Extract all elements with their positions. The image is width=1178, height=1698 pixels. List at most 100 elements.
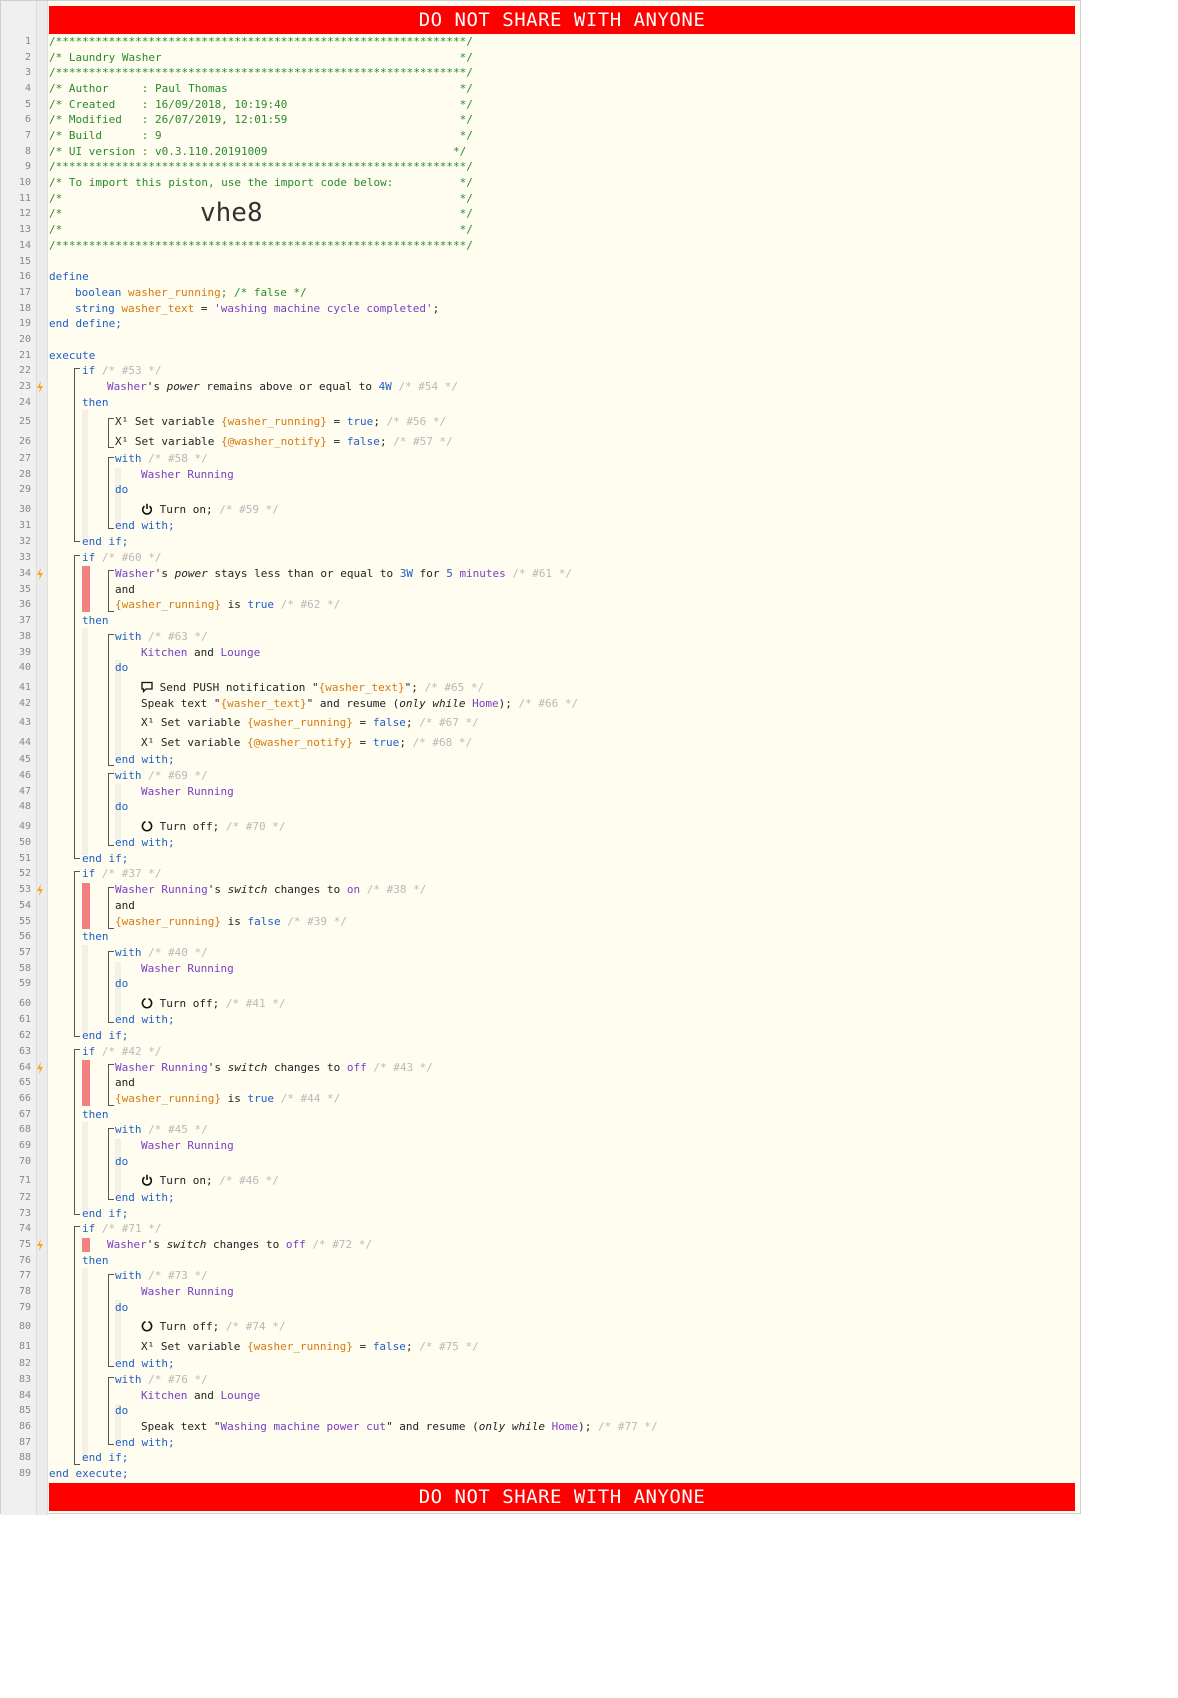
turn-off-statement[interactable]: Turn off; /* #41 */: [141, 996, 285, 1012]
line-number: 8: [24, 146, 31, 157]
with-statement[interactable]: with /* #40 */: [115, 945, 208, 961]
line-number: 31: [18, 520, 31, 531]
if-statement[interactable]: if /* #60 */: [82, 550, 161, 566]
device-name[interactable]: Washer Running: [141, 784, 234, 800]
condition-marker: [82, 1238, 90, 1252]
and-operator[interactable]: and: [115, 582, 135, 598]
line-number: 74: [18, 1223, 31, 1234]
line-number: 3: [24, 67, 31, 78]
device-list[interactable]: Kitchen and Lounge: [141, 645, 260, 661]
condition[interactable]: {washer_running} is true /* #44 */: [115, 1091, 340, 1107]
condition-marker: [82, 566, 90, 612]
line-number: 9: [24, 161, 31, 172]
line-number: 60: [18, 998, 31, 1009]
condition[interactable]: Washer Running's switch changes to off /…: [115, 1060, 433, 1076]
device-list[interactable]: Kitchen and Lounge: [141, 1388, 260, 1404]
do-keyword: do: [115, 1404, 129, 1417]
turn-on-statement[interactable]: Turn on; /* #46 */: [141, 1173, 279, 1189]
header-import-note: /* To import this piston, use the import…: [49, 176, 473, 189]
do-keyword: do: [115, 977, 129, 990]
with-statement[interactable]: with /* #45 */: [115, 1122, 208, 1138]
set-variable-statement[interactable]: X¹ Set variable {washer_running} = true;…: [115, 414, 446, 430]
end-with-keyword: end with;: [115, 519, 175, 532]
if-statement[interactable]: if /* #53 */: [82, 363, 161, 379]
device-name[interactable]: Washer Running: [141, 961, 234, 977]
if-statement[interactable]: if /* #42 */: [82, 1044, 161, 1060]
line-number: 19: [18, 318, 31, 329]
then-keyword: then: [82, 930, 109, 943]
turn-on-statement[interactable]: Turn on; /* #59 */: [141, 502, 279, 518]
set-variable-statement[interactable]: X¹ Set variable {washer_running} = false…: [141, 1339, 479, 1355]
turn-off-statement[interactable]: Turn off; /* #70 */: [141, 819, 285, 835]
condition[interactable]: Washer Running's switch changes to on /*…: [115, 882, 426, 898]
line-number: 63: [18, 1046, 31, 1057]
line-number: 65: [18, 1077, 31, 1088]
device-name[interactable]: Washer Running: [141, 467, 234, 483]
line-number: 16: [18, 271, 31, 282]
condition[interactable]: Washer's power remains above or equal to…: [107, 379, 458, 395]
line-number: 53: [18, 884, 31, 895]
condition[interactable]: {washer_running} is true /* #62 */: [115, 597, 340, 613]
condition-group-bracket: [108, 887, 114, 929]
lightning-bolt-icon: [36, 381, 44, 393]
line-number: 12: [18, 208, 31, 219]
line-number: 48: [18, 801, 31, 812]
line-number: 23: [18, 381, 31, 392]
end-with-keyword: end with;: [115, 1357, 175, 1370]
then-keyword: then: [82, 614, 109, 627]
turn-off-statement[interactable]: Turn off; /* #74 */: [141, 1319, 285, 1335]
with-statement[interactable]: with /* #63 */: [115, 629, 208, 645]
line-number: 41: [18, 682, 31, 693]
indent-bar: [82, 945, 88, 1033]
line-number: 76: [18, 1255, 31, 1266]
code-line-17: boolean washer_running; /* false */: [75, 286, 307, 299]
condition[interactable]: Washer's switch changes to off /* #72 */: [107, 1237, 372, 1253]
execute-keyword: execute: [49, 349, 96, 362]
if-statement[interactable]: if /* #37 */: [82, 866, 161, 882]
line-number: 15: [18, 256, 31, 267]
if-block-bracket: [74, 368, 80, 542]
speak-text-statement[interactable]: Speak text "{washer_text}" and resume (o…: [141, 696, 578, 712]
line-number: 6: [24, 114, 31, 125]
line-number: 7: [24, 130, 31, 141]
line-number: 54: [18, 900, 31, 911]
header-build: /* Build : 9 */: [49, 129, 473, 142]
condition[interactable]: {washer_running} is false /* #39 */: [115, 914, 347, 930]
import-code[interactable]: vhe8: [200, 198, 263, 228]
line-number: 71: [18, 1175, 31, 1186]
line-number: 46: [18, 770, 31, 781]
and-operator[interactable]: and: [115, 898, 135, 914]
if-statement[interactable]: if /* #71 */: [82, 1221, 161, 1237]
with-statement[interactable]: with /* #58 */: [115, 451, 208, 467]
with-statement[interactable]: with /* #73 */: [115, 1268, 208, 1284]
power-off-icon: [141, 1320, 153, 1337]
and-operator[interactable]: and: [115, 1075, 135, 1091]
line-number: 40: [18, 662, 31, 673]
line-number: 34: [18, 568, 31, 579]
header-created: /* Created : 16/09/2018, 10:19:40 */: [49, 98, 473, 111]
speak-text-statement[interactable]: Speak text "Washing machine power cut" a…: [141, 1419, 658, 1435]
device-name[interactable]: Washer Running: [141, 1138, 234, 1154]
end-define-keyword: end define;: [49, 317, 122, 330]
then-keyword: then: [82, 1108, 109, 1121]
condition[interactable]: Washer's power stays less than or equal …: [115, 566, 572, 582]
end-if-keyword: end if;: [82, 1029, 129, 1042]
set-variable-statement[interactable]: X¹ Set variable {@washer_notify} = false…: [115, 434, 453, 450]
line-number: 50: [18, 837, 31, 848]
device-name[interactable]: Washer Running: [141, 1284, 234, 1300]
line-number: 28: [18, 469, 31, 480]
end-execute-keyword: end execute;: [49, 1467, 129, 1480]
send-push-statement[interactable]: Send PUSH notification "{washer_text}"; …: [141, 680, 484, 696]
line-number: 42: [18, 698, 31, 709]
with-statement[interactable]: with /* #69 */: [115, 768, 208, 784]
lightning-bolt-icon: [36, 884, 44, 896]
line-number: 21: [18, 350, 31, 361]
end-with-keyword: end with;: [115, 1436, 175, 1449]
if-block-bracket: [74, 1049, 80, 1215]
warning-banner-top: DO NOT SHARE WITH ANYONE: [49, 6, 1075, 34]
with-statement[interactable]: with /* #76 */: [115, 1372, 208, 1388]
set-variable-statement[interactable]: X¹ Set variable {washer_running} = false…: [141, 715, 479, 731]
do-keyword: do: [115, 483, 129, 496]
end-with-keyword: end with;: [115, 836, 175, 849]
set-variable-statement[interactable]: X¹ Set variable {@washer_notify} = true;…: [141, 735, 472, 751]
